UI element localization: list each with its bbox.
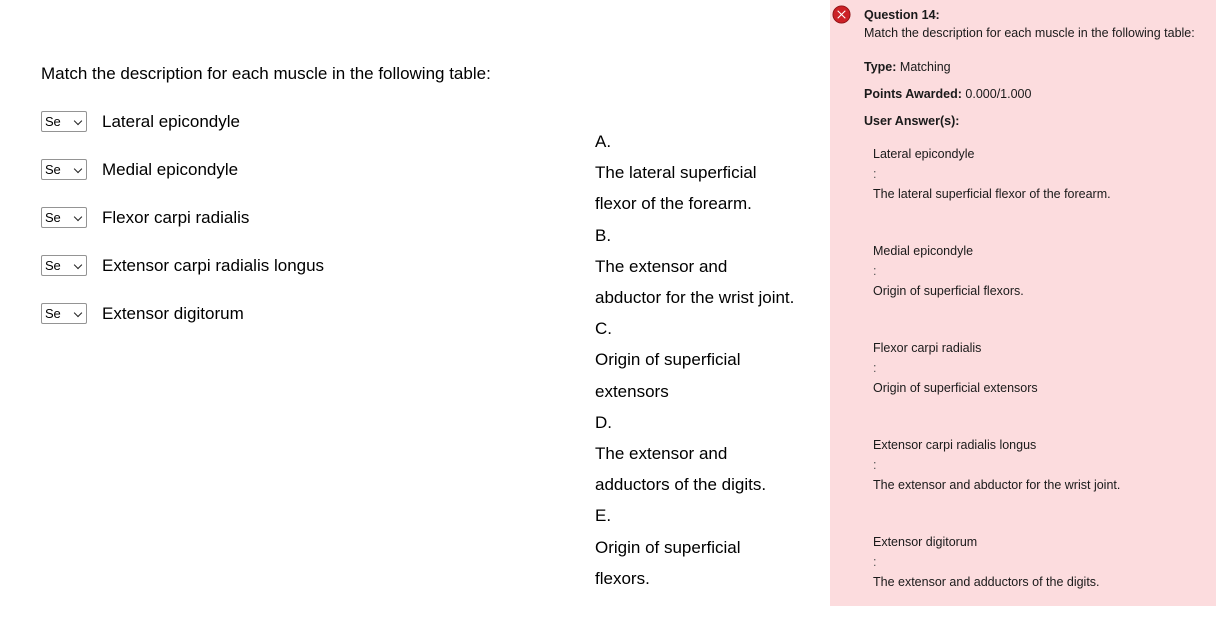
match-select-value: Se: [45, 113, 61, 129]
option-text: The lateral superficial flexor of the fo…: [595, 163, 757, 214]
chevron-down-icon: [75, 117, 84, 126]
match-select-extensor-digitorum[interactable]: Se: [41, 302, 87, 324]
answer-description: Origin of superficial flexors.: [873, 284, 1024, 298]
question-type-value: Matching: [899, 60, 951, 74]
answer-item: Extensor digitorum : The extensor and ad…: [873, 532, 1213, 592]
answer-separator: :: [873, 361, 877, 375]
option-text: The extensor and abductor for the wrist …: [595, 256, 795, 308]
feedback-question-heading: Question 14: Match the description for e…: [864, 6, 1216, 42]
answer-separator: :: [873, 555, 877, 569]
option-text: Origin of superficial extensors: [595, 350, 741, 401]
answer-item: Flexor carpi radialis : Origin of superf…: [873, 338, 1213, 398]
answer-item: Lateral epicondyle : The lateral superfi…: [873, 144, 1213, 204]
option-letter: B.: [595, 225, 612, 245]
chevron-down-icon: [75, 213, 84, 222]
question-prompt: Match the description for each muscle in…: [41, 64, 491, 83]
match-label: Flexor carpi radialis: [102, 207, 250, 227]
user-answers-list: Lateral epicondyle : The lateral superfi…: [873, 144, 1213, 629]
answer-description: Origin of superficial extensors: [873, 381, 1038, 395]
match-select-value: Se: [45, 305, 61, 321]
answer-item: Medial epicondyle : Origin of superficia…: [873, 241, 1213, 301]
match-label: Extensor digitorum: [102, 303, 244, 323]
user-answers-label: User Answer(s):: [864, 114, 960, 128]
answer-term: Medial epicondyle: [873, 244, 974, 258]
answer-term: Flexor carpi radialis: [873, 341, 982, 355]
matching-rows-list: Se Lateral epicondyle Se Medial epicondy…: [41, 108, 324, 348]
match-select-value: Se: [45, 257, 61, 273]
list-item: Se Extensor digitorum: [41, 300, 324, 326]
error-circle-x-icon: [832, 5, 851, 24]
match-select-lateral-epicondyle[interactable]: Se: [41, 110, 87, 132]
list-item: Se Flexor carpi radialis: [41, 204, 324, 230]
option-letter: D.: [595, 412, 612, 432]
question-text: Match the description for each muscle in…: [864, 26, 1195, 40]
match-select-extensor-carpi-radialis-longus[interactable]: Se: [41, 254, 87, 276]
question-type-row: Type: Matching: [864, 54, 1216, 81]
question-type-label: Type:: [864, 60, 897, 74]
answer-term: Lateral epicondyle: [873, 147, 975, 161]
option-letter: A.: [595, 132, 612, 151]
answer-description: The lateral superficial flexor of the fo…: [873, 187, 1111, 201]
option-text: Origin of superficial flexors.: [595, 537, 741, 588]
answer-term: Extensor carpi radialis longus: [873, 438, 1037, 452]
match-select-value: Se: [45, 209, 61, 225]
answer-options-column: A. The lateral superficial flexor of the…: [595, 126, 795, 594]
answer-term: Extensor digitorum: [873, 535, 978, 549]
list-item: Se Medial epicondyle: [41, 156, 324, 182]
chevron-down-icon: [75, 165, 84, 174]
points-awarded-label: Points Awarded:: [864, 87, 962, 101]
chevron-down-icon: [75, 261, 84, 270]
answer-description: The extensor and abductor for the wrist …: [873, 478, 1121, 492]
chevron-down-icon: [75, 309, 84, 318]
match-select-flexor-carpi-radialis[interactable]: Se: [41, 206, 87, 228]
feedback-meta-block: Type: Matching Points Awarded: 0.000/1.0…: [864, 54, 1216, 135]
option-letter: E.: [595, 506, 612, 526]
points-awarded-row: Points Awarded: 0.000/1.000: [864, 81, 1216, 108]
match-select-medial-epicondyle[interactable]: Se: [41, 158, 87, 180]
option-text: The extensor and adductors of the digits…: [595, 444, 767, 495]
list-item: Se Lateral epicondyle: [41, 108, 324, 134]
match-label: Medial epicondyle: [102, 159, 239, 179]
option-letter: C.: [595, 319, 612, 339]
answer-item: Extensor carpi radialis longus : The ext…: [873, 435, 1213, 495]
match-select-value: Se: [45, 161, 61, 177]
list-item: Se Extensor carpi radialis longus: [41, 252, 324, 278]
match-label: Lateral epicondyle: [102, 111, 240, 131]
answer-separator: :: [873, 458, 877, 472]
answer-description: The extensor and adductors of the digits…: [873, 575, 1100, 589]
user-answers-heading: User Answer(s):: [864, 108, 1216, 135]
points-awarded-value: 0.000/1.000: [965, 87, 1032, 101]
answer-separator: :: [873, 264, 877, 278]
answer-separator: :: [873, 167, 877, 181]
question-number-label: Question 14:: [864, 8, 940, 22]
match-label: Extensor carpi radialis longus: [102, 255, 325, 275]
